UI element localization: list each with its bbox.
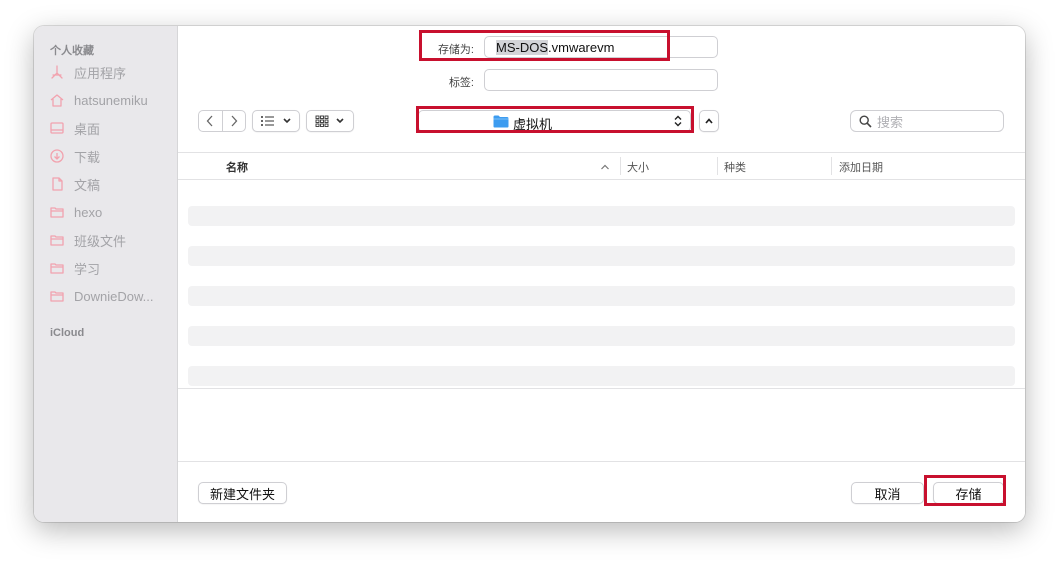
cancel-button[interactable]: 取消: [851, 482, 924, 504]
downloads-icon: [48, 147, 66, 165]
forward-button[interactable]: [221, 111, 246, 131]
sidebar-item-study[interactable]: 学习: [48, 257, 100, 279]
column-divider: [717, 157, 718, 175]
tags-label: 标签:: [448, 77, 474, 89]
list-row-stripe: [188, 246, 1015, 266]
folder-icon: [48, 287, 66, 305]
list-row-stripe: [188, 366, 1015, 386]
sidebar-item-label: DownieDow...: [74, 288, 154, 304]
list-row-stripe: [188, 326, 1015, 346]
list-view-icon: [261, 116, 274, 126]
sidebar-item-applications[interactable]: 应用程序: [48, 61, 126, 83]
back-button[interactable]: [199, 111, 222, 131]
sidebar-item-label: hexo: [74, 204, 103, 220]
new-folder-button[interactable]: 新建文件夹: [198, 482, 287, 504]
sort-ascending-icon: [601, 164, 609, 170]
expand-collapse-button[interactable]: [699, 110, 719, 132]
sidebar-item-home[interactable]: hatsunemiku: [48, 89, 148, 111]
sidebar-item-label: 下载: [74, 149, 101, 165]
sidebar-item-hexo[interactable]: hexo: [48, 201, 102, 223]
grid-view-icon: [315, 115, 329, 127]
chevron-down-icon: [336, 118, 344, 124]
sidebar-item-label: 应用程序: [74, 65, 127, 81]
list-row-stripe: [188, 206, 1015, 226]
folder-icon: [48, 203, 66, 221]
sidebar-item-downloads[interactable]: 下载: [48, 145, 100, 167]
highlight-box-save: [924, 475, 1006, 506]
chevron-up-icon: [705, 118, 713, 124]
save-dialog: 个人收藏 应用程序 hatsunemiku 桌面 下载 文稿 hexo 班级文件…: [34, 26, 1025, 522]
sidebar-item-class-files[interactable]: 班级文件: [48, 229, 126, 251]
highlight-box-location: [416, 106, 694, 133]
home-icon: [48, 91, 66, 109]
main-pane: 存储为: MS-DOS.vmwarevm 标签: 虚拟机 搜索 名称 大小 种类…: [178, 26, 1025, 522]
search-placeholder: 搜索: [877, 114, 904, 130]
grid-view-button[interactable]: [306, 110, 354, 132]
sidebar-item-label: hatsunemiku: [74, 92, 148, 108]
list-bottom-divider: [178, 388, 1025, 389]
sidebar-icloud-header: iCloud: [50, 327, 85, 339]
column-divider: [620, 157, 621, 175]
chevron-down-icon: [283, 118, 291, 124]
search-field[interactable]: 搜索: [850, 110, 1004, 132]
column-name[interactable]: 名称: [226, 159, 248, 175]
column-size[interactable]: 大小: [627, 159, 649, 175]
sidebar-item-label: 班级文件: [74, 233, 127, 249]
column-divider: [831, 157, 832, 175]
sidebar-item-desktop[interactable]: 桌面: [48, 117, 100, 139]
applications-icon: [48, 63, 66, 81]
column-date-added[interactable]: 添加日期: [839, 159, 883, 175]
document-icon: [48, 175, 66, 193]
sidebar: 个人收藏 应用程序 hatsunemiku 桌面 下载 文稿 hexo 班级文件…: [34, 26, 178, 522]
folder-icon: [48, 231, 66, 249]
nav-buttons: [198, 110, 246, 132]
desktop-icon: [48, 119, 66, 137]
chevron-right-icon: [231, 115, 238, 127]
list-view-button[interactable]: [252, 110, 300, 132]
column-kind[interactable]: 种类: [724, 159, 746, 175]
sidebar-item-label: 桌面: [74, 121, 101, 137]
column-header: 名称 大小 种类 添加日期: [178, 152, 1025, 180]
sidebar-item-documents[interactable]: 文稿: [48, 173, 100, 195]
sidebar-item-downie[interactable]: DownieDow...: [48, 285, 153, 307]
sidebar-item-label: 学习: [74, 261, 101, 277]
search-icon: [859, 114, 872, 128]
list-row-stripe: [188, 286, 1015, 306]
tags-field[interactable]: [484, 69, 718, 91]
footer-divider: [178, 461, 1025, 462]
sidebar-favorites-header: 个人收藏: [50, 45, 94, 57]
chevron-left-icon: [206, 115, 213, 127]
highlight-box-filename: [419, 30, 670, 61]
sidebar-item-label: 文稿: [74, 177, 101, 193]
folder-icon: [48, 259, 66, 277]
